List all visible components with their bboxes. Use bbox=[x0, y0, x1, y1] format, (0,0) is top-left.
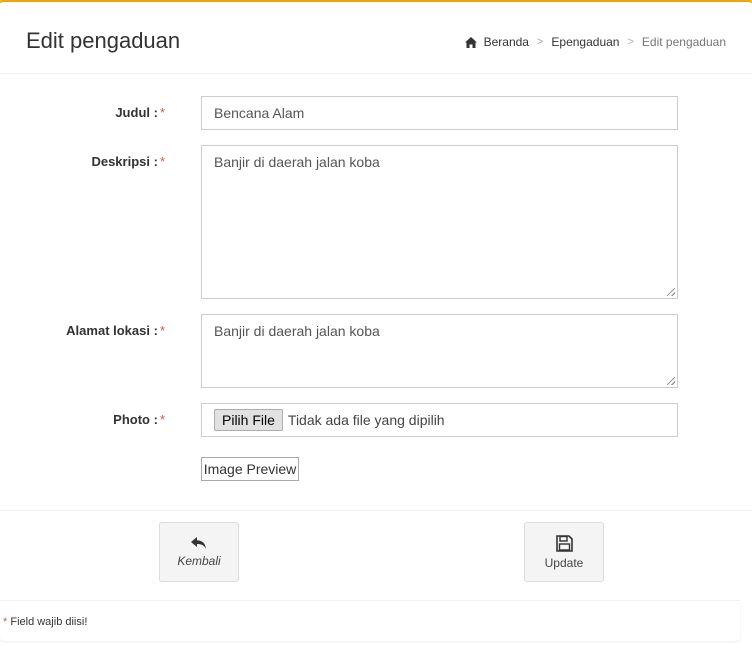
resize-grip-icon[interactable] bbox=[667, 377, 675, 385]
breadcrumb-current: Edit pengaduan bbox=[641, 35, 726, 49]
file-status: Tidak ada file yang dipilih bbox=[287, 412, 445, 428]
update-label: Update bbox=[544, 555, 584, 570]
resize-grip-icon[interactable] bbox=[667, 288, 675, 296]
photo-file-input[interactable]: Pilih File Tidak ada file yang dipilih bbox=[201, 403, 678, 437]
breadcrumb-beranda[interactable]: Beranda bbox=[484, 35, 529, 49]
judul-input[interactable]: Bencana Alam bbox=[201, 96, 678, 130]
photo-label: Photo : * bbox=[113, 412, 165, 427]
judul-label: Judul : * bbox=[115, 105, 165, 120]
update-button[interactable]: Update bbox=[524, 522, 604, 582]
edit-panel: Edit pengaduan Beranda > Epengaduan > Ed… bbox=[0, 0, 752, 645]
breadcrumb-epengaduan[interactable]: Epengaduan bbox=[551, 35, 619, 49]
breadcrumb: Beranda > Epengaduan > Edit pengaduan bbox=[464, 35, 726, 49]
page-title: Edit pengaduan bbox=[26, 28, 181, 53]
home-icon bbox=[464, 36, 477, 48]
deskripsi-textarea[interactable]: Banjir di daerah jalan koba bbox=[201, 145, 678, 299]
alamat-textarea[interactable]: Banjir di daerah jalan koba bbox=[201, 314, 678, 388]
deskripsi-label: Deskripsi : * bbox=[91, 154, 165, 169]
image-preview: Image Preview bbox=[201, 457, 299, 481]
back-label: Kembali bbox=[177, 553, 221, 568]
page-header: Edit pengaduan Beranda > Epengaduan > Ed… bbox=[0, 2, 752, 74]
breadcrumb-separator: > bbox=[536, 36, 544, 48]
choose-file-button[interactable]: Pilih File bbox=[214, 409, 283, 431]
reply-icon bbox=[191, 536, 206, 549]
alamat-label: Alamat lokasi : * bbox=[66, 323, 165, 338]
required-note-bar: * Field wajib diisi! bbox=[0, 600, 740, 641]
back-button[interactable]: Kembali bbox=[159, 522, 239, 582]
required-note: * Field wajib diisi! bbox=[3, 616, 88, 628]
divider bbox=[0, 510, 752, 511]
save-icon bbox=[555, 534, 573, 552]
breadcrumb-separator: > bbox=[627, 36, 634, 48]
